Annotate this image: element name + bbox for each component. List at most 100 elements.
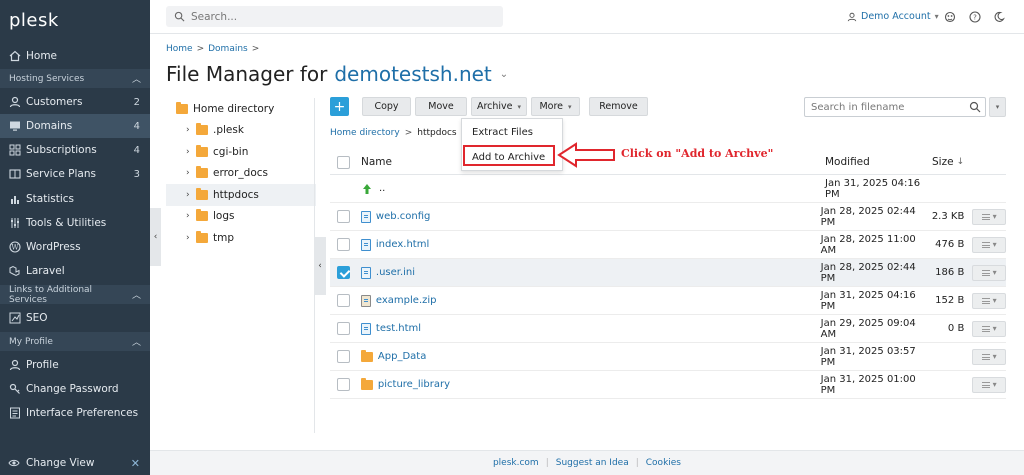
tree-item-cgi-bin[interactable]: › cgi-bin bbox=[166, 141, 316, 163]
row-actions-menu[interactable]: ▾ bbox=[972, 236, 1007, 253]
sidebar-item-wordpress[interactable]: W WordPress bbox=[0, 235, 150, 259]
sidebar-item-change-password[interactable]: Change Password bbox=[0, 377, 150, 401]
chevron-right-icon[interactable]: › bbox=[186, 147, 196, 157]
filename-search-input[interactable]: Search in filename bbox=[804, 97, 986, 117]
tree-item-logs[interactable]: › logs bbox=[166, 206, 316, 228]
row-actions-menu[interactable]: ▾ bbox=[972, 264, 1007, 281]
footer-link-cookies[interactable]: Cookies bbox=[646, 458, 681, 468]
sidebar-collapse-handle[interactable]: ‹ bbox=[150, 208, 161, 266]
tree-item-error-docs[interactable]: › error_docs bbox=[166, 163, 316, 185]
file-name-link[interactable]: web.config bbox=[376, 211, 430, 222]
file-table: Name Modified Size ↓ .. Jan 31, 2025 04:16… bbox=[330, 150, 1007, 399]
change-view-button[interactable]: Change View ✕ bbox=[0, 451, 150, 475]
domain-name-link[interactable]: demotestsh.net bbox=[334, 62, 491, 86]
table-row[interactable]: example.zip Jan 31, 2025 04:16 PM 152 B ▾ bbox=[330, 287, 1007, 315]
chevron-right-icon[interactable]: › bbox=[186, 211, 196, 221]
sidebar-item-seo[interactable]: SEO bbox=[0, 306, 150, 330]
table-row[interactable]: .user.ini Jan 28, 2025 02:44 PM 186 B ▾ bbox=[330, 259, 1007, 287]
file-name-link[interactable]: index.html bbox=[376, 239, 429, 250]
row-actions-menu[interactable]: ▾ bbox=[972, 376, 1007, 393]
sidebar-item-subscriptions[interactable]: Subscriptions 4 bbox=[0, 138, 150, 162]
sidebar-item-profile[interactable]: Profile bbox=[0, 353, 150, 377]
chevron-right-icon[interactable]: › bbox=[186, 125, 196, 135]
row-checkbox[interactable] bbox=[337, 350, 350, 363]
tree-item-tmp[interactable]: › tmp bbox=[166, 227, 316, 249]
sidebar-item-domains[interactable]: Domains 4 bbox=[0, 114, 150, 138]
menu-icon bbox=[981, 297, 990, 304]
row-checkbox[interactable] bbox=[337, 322, 350, 335]
file-name-link[interactable]: example.zip bbox=[376, 295, 437, 306]
file-name-link[interactable]: App_Data bbox=[378, 351, 426, 362]
footer-link-plesk[interactable]: plesk.com bbox=[493, 458, 539, 468]
chevron-down-icon: ▾ bbox=[934, 12, 939, 21]
table-row[interactable]: index.html Jan 28, 2025 11:00 AM 476 B ▾ bbox=[330, 231, 1007, 259]
section-hosting-services[interactable]: Hosting Services ︿ bbox=[0, 69, 150, 88]
chevron-right-icon[interactable]: › bbox=[186, 168, 196, 178]
row-checkbox[interactable] bbox=[337, 210, 350, 223]
table-row[interactable]: test.html Jan 29, 2025 09:04 AM 0 B ▾ bbox=[330, 315, 1007, 343]
copy-button[interactable]: Copy bbox=[362, 97, 411, 116]
section-additional-services[interactable]: Links to Additional Services ︿ bbox=[0, 285, 150, 305]
tree-collapse-handle[interactable]: ‹ bbox=[314, 237, 326, 295]
sidebar-item-laravel[interactable]: Laravel bbox=[0, 259, 150, 283]
table-row[interactable]: picture_library Jan 31, 2025 01:00 PM ▾ bbox=[330, 371, 1007, 399]
row-actions-menu[interactable]: ▾ bbox=[972, 292, 1007, 309]
table-row[interactable]: web.config Jan 28, 2025 02:44 PM 2.3 KB ▾ bbox=[330, 203, 1007, 231]
remove-button[interactable]: Remove bbox=[589, 97, 648, 116]
chevron-down-icon[interactable]: ⌄ bbox=[500, 69, 508, 80]
move-button[interactable]: Move bbox=[415, 97, 467, 116]
menu-item-extract-files[interactable]: Extract Files bbox=[462, 121, 562, 143]
sidebar-item-statistics[interactable]: Statistics bbox=[0, 187, 150, 211]
row-checkbox[interactable] bbox=[337, 238, 350, 251]
dark-mode-icon[interactable] bbox=[992, 10, 1005, 23]
file-name-link[interactable]: picture_library bbox=[378, 379, 450, 390]
sidebar-item-customers[interactable]: Customers 2 bbox=[0, 90, 150, 114]
sidebar-item-home[interactable]: Home bbox=[0, 44, 150, 68]
archive-button[interactable]: Archive ▾ bbox=[471, 97, 527, 116]
search-options-dropdown[interactable]: ▾ bbox=[989, 97, 1006, 117]
path-breadcrumb: Home directory > httpdocs > bbox=[330, 128, 469, 138]
close-icon[interactable]: ✕ bbox=[131, 457, 140, 470]
file-name-link[interactable]: .user.ini bbox=[376, 267, 415, 278]
add-button[interactable]: + bbox=[330, 97, 349, 116]
row-checkbox[interactable] bbox=[337, 266, 350, 279]
sidebar-item-service-plans[interactable]: Service Plans 3 bbox=[0, 162, 150, 186]
file-name-link[interactable]: .. bbox=[379, 183, 385, 194]
grid-icon bbox=[8, 144, 21, 157]
column-modified[interactable]: Modified bbox=[825, 156, 932, 168]
global-search-input[interactable]: Search... bbox=[166, 6, 503, 27]
tree-item-plesk[interactable]: › .plesk bbox=[166, 120, 316, 142]
footer-link-suggest-idea[interactable]: Suggest an Idea bbox=[556, 458, 629, 468]
user-icon bbox=[8, 96, 21, 109]
row-actions-menu[interactable]: ▾ bbox=[972, 348, 1007, 365]
table-row[interactable]: .. Jan 31, 2025 04:16 PM bbox=[330, 175, 1006, 203]
sidebar-item-interface-preferences[interactable]: Interface Preferences bbox=[0, 401, 150, 425]
more-button[interactable]: More ▾ bbox=[531, 97, 580, 116]
breadcrumb-home[interactable]: Home bbox=[166, 44, 193, 54]
sidebar-item-tools-utilities[interactable]: Tools & Utilities bbox=[0, 211, 150, 235]
help-icon[interactable]: ? bbox=[968, 10, 981, 23]
size-cell: 186 B bbox=[935, 267, 965, 278]
section-my-profile[interactable]: My Profile ︿ bbox=[0, 332, 150, 351]
chevron-right-icon[interactable]: › bbox=[186, 190, 196, 200]
select-all-checkbox[interactable] bbox=[337, 155, 350, 169]
chevron-right-icon[interactable]: › bbox=[186, 233, 196, 243]
row-checkbox[interactable] bbox=[337, 378, 350, 391]
folder-icon bbox=[176, 101, 188, 114]
row-actions-menu[interactable]: ▾ bbox=[972, 320, 1007, 337]
file-name-link[interactable]: test.html bbox=[376, 323, 421, 334]
search-icon[interactable] bbox=[969, 101, 981, 113]
tree-item-httpdocs[interactable]: › httpdocs bbox=[166, 184, 316, 206]
column-size[interactable]: Size ↓ bbox=[932, 156, 992, 168]
row-actions-menu[interactable]: ▾ bbox=[972, 208, 1007, 225]
path-home-directory[interactable]: Home directory bbox=[330, 128, 400, 138]
file-name-cell: .user.ini bbox=[360, 266, 821, 279]
table-row[interactable]: App_Data Jan 31, 2025 03:57 PM ▾ bbox=[330, 343, 1007, 371]
size-cell: 476 B bbox=[935, 239, 965, 250]
account-menu[interactable]: Demo Account ▾ bbox=[847, 11, 939, 22]
breadcrumb-domains[interactable]: Domains bbox=[208, 44, 248, 54]
plesk-logo[interactable]: plesk bbox=[0, 0, 150, 44]
tree-root-home-directory[interactable]: Home directory bbox=[166, 98, 316, 120]
extensions-icon[interactable] bbox=[943, 10, 956, 23]
row-checkbox[interactable] bbox=[337, 294, 350, 307]
